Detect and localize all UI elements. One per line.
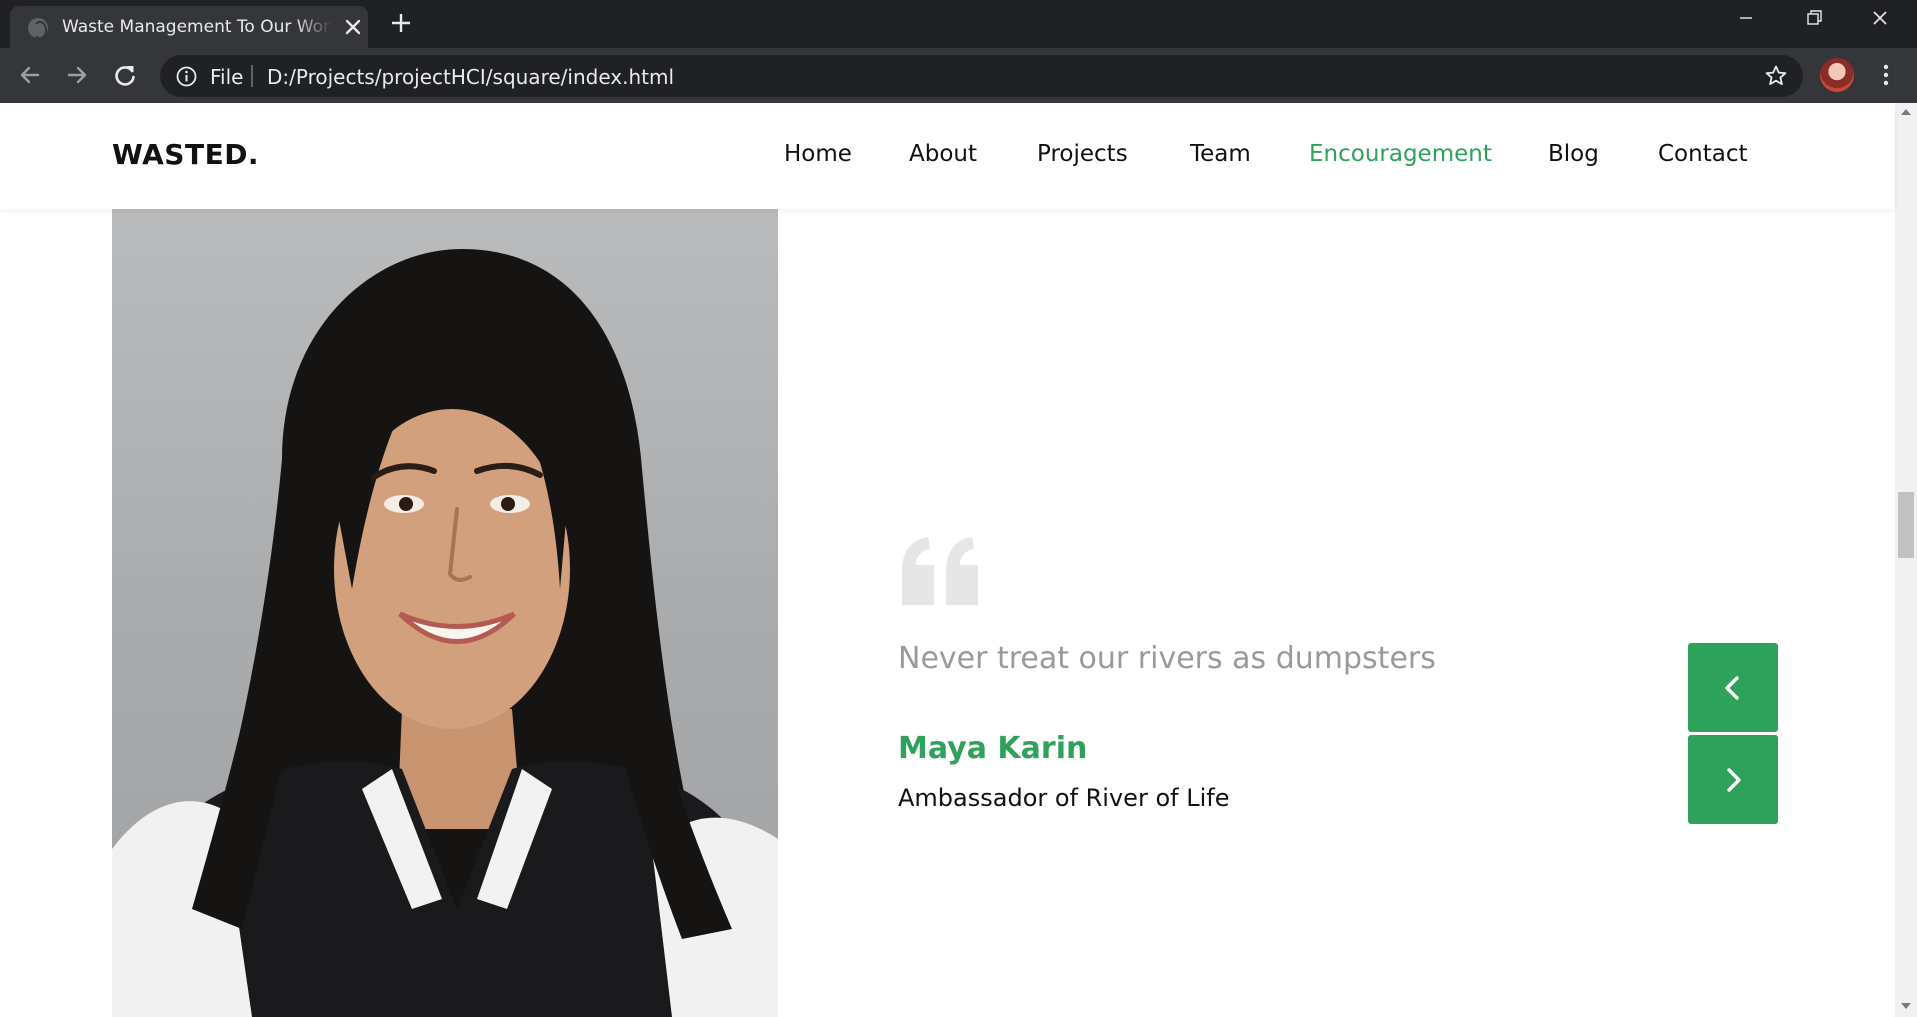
quote-icon [902,537,978,605]
site-header: WASTED. Home About Projects Team Encoura… [0,103,1895,209]
address-bar[interactable]: File D:/Projects/projectHCI/square/index… [160,55,1803,97]
nav-home[interactable]: Home [784,141,852,167]
nav-encouragement[interactable]: Encouragement [1309,141,1492,167]
previous-slide-button[interactable] [1688,643,1778,732]
page-scrollbar[interactable] [1895,103,1917,1017]
chevron-left-icon [1725,676,1739,700]
info-icon[interactable] [176,66,197,87]
window-close-icon[interactable] [1848,0,1916,40]
nav-blog[interactable]: Blog [1548,141,1599,167]
browser-toolbar: File D:/Projects/projectHCI/square/index… [0,48,1917,103]
nav-contact[interactable]: Contact [1658,141,1747,167]
nav-about[interactable]: About [909,141,977,167]
back-arrow-icon[interactable] [15,60,45,90]
kebab-menu-icon[interactable] [1874,62,1898,88]
nav-projects[interactable]: Projects [1037,141,1128,167]
site-logo[interactable]: WASTED. [112,138,259,171]
forward-arrow-icon[interactable] [62,60,92,90]
profile-avatar[interactable] [1820,58,1854,92]
minimize-icon[interactable] [1712,0,1780,40]
reload-icon[interactable] [110,60,140,90]
chevron-right-icon [1727,768,1741,792]
address-divider [251,65,253,87]
scrollbar-thumb[interactable] [1898,492,1914,558]
testimonial-author: Maya Karin [898,731,1088,766]
close-icon[interactable] [342,16,364,38]
page-viewport: WASTED. Home About Projects Team Encoura… [0,103,1917,1017]
testimonial-quote: Never treat our rivers as dumpsters [898,641,1436,676]
url-text[interactable]: D:/Projects/projectHCI/square/index.html [267,65,674,89]
globe-icon [28,18,48,38]
address-scheme-label: File [210,65,244,89]
portrait-photo [112,209,778,1017]
tab-title: Waste Management To Our World [62,17,332,37]
restore-icon[interactable] [1780,0,1848,40]
testimonial-role: Ambassador of River of Life [898,784,1230,812]
nav-team[interactable]: Team [1190,141,1251,167]
browser-tab[interactable]: Waste Management To Our World [10,6,368,48]
browser-titlebar: Waste Management To Our World [0,0,1917,48]
bookmark-star-icon[interactable] [1764,64,1788,88]
scroll-up-arrow-icon[interactable] [1901,109,1911,115]
scroll-down-arrow-icon[interactable] [1901,1003,1911,1009]
next-slide-button[interactable] [1688,735,1778,824]
new-tab-icon[interactable] [388,10,414,36]
